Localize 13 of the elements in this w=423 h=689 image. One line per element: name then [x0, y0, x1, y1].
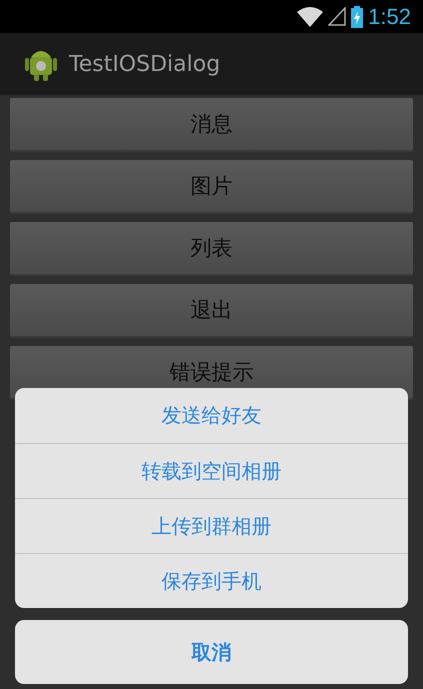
menu-button[interactable]: 列表: [10, 222, 413, 276]
sheet-option[interactable]: 上传到群相册: [15, 498, 408, 553]
wifi-icon: [297, 6, 324, 26]
status-time: 1:52: [368, 4, 411, 30]
sheet-option[interactable]: 转载到空间相册: [15, 443, 408, 498]
sheet-option[interactable]: 保存到手机: [15, 553, 408, 608]
cancel-button[interactable]: 取消: [15, 620, 408, 684]
menu-button[interactable]: 消息: [10, 98, 413, 152]
signal-icon: [328, 7, 346, 26]
app-title: TestIOSDialog: [69, 52, 220, 76]
menu-button[interactable]: 图片: [10, 160, 413, 214]
menu-button[interactable]: 退出: [10, 284, 413, 338]
battery-icon: [351, 6, 364, 28]
